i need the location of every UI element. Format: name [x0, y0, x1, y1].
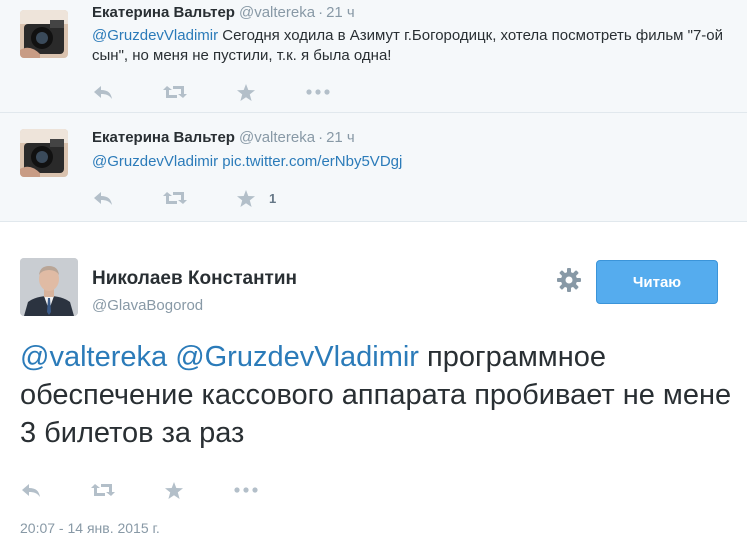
- following-button[interactable]: Читаю: [596, 260, 718, 304]
- more-button[interactable]: [306, 82, 330, 102]
- mention-link[interactable]: @GruzdevVladimir: [175, 341, 419, 373]
- reply-icon: [22, 484, 40, 497]
- tweet-timestamp[interactable]: 20:07 - 14 янв. 2015 г.: [20, 520, 160, 536]
- reply-button[interactable]: [20, 480, 42, 500]
- reply-tweet-1[interactable]: Екатерина Вальтер @valtereka · 21 ч @Gruzde…: [0, 0, 747, 113]
- favorite-button[interactable]: [237, 82, 255, 102]
- user-name[interactable]: Екатерина Вальтер: [92, 129, 235, 146]
- tweet-text: @valtereka @GruzdevVladimir программное …: [20, 338, 735, 452]
- more-icon: [306, 89, 330, 95]
- reply-tweet-2[interactable]: Екатерина Вальтер @valtereka · 21 ч @Gruzde…: [0, 113, 747, 222]
- retweet-button[interactable]: [163, 188, 187, 208]
- reply-icon: [94, 86, 112, 99]
- retweet-button[interactable]: [91, 480, 115, 500]
- favorite-count: 1: [269, 190, 277, 206]
- avatar[interactable]: [20, 129, 68, 177]
- avatar[interactable]: [20, 258, 78, 316]
- separator-dot: ·: [318, 4, 324, 21]
- user-handle[interactable]: @GlavaBogorod: [92, 297, 203, 314]
- separator-dot: ·: [318, 129, 324, 146]
- mention-link[interactable]: @GruzdevVladimir: [92, 153, 218, 170]
- retweet-button[interactable]: [163, 82, 187, 102]
- user-handle[interactable]: @valtereka: [239, 129, 315, 146]
- mention-link[interactable]: @GruzdevVladimir: [92, 27, 218, 44]
- reply-button[interactable]: [92, 188, 114, 208]
- star-icon: [237, 189, 255, 207]
- tweet-time[interactable]: 21 ч: [326, 4, 355, 21]
- tweet-text: @GruzdevVladimir pic.twitter.com/erNby5V…: [92, 152, 732, 172]
- user-handle[interactable]: @valtereka: [239, 4, 315, 21]
- tweet-time[interactable]: 21 ч: [326, 129, 355, 146]
- retweet-icon: [163, 192, 187, 204]
- tweet-text: @GruzdevVladimir Сегодня ходила в Азимут…: [92, 26, 732, 66]
- favorite-button[interactable]: [165, 480, 183, 500]
- main-tweet: Николаев Константин @GlavaBogorod Читаю …: [0, 222, 747, 549]
- settings-button[interactable]: [556, 267, 582, 293]
- tweet-header: Екатерина Вальтер @valtereka · 21 ч: [92, 129, 355, 146]
- mention-link[interactable]: @valtereka: [20, 341, 167, 373]
- media-link[interactable]: pic.twitter.com/erNby5VDgj: [222, 153, 402, 170]
- star-icon: [237, 83, 255, 101]
- retweet-icon: [163, 86, 187, 98]
- more-button[interactable]: [234, 480, 258, 500]
- reply-button[interactable]: [92, 82, 114, 102]
- avatar[interactable]: [20, 10, 68, 58]
- reply-icon: [94, 192, 112, 205]
- gear-icon: [557, 268, 581, 292]
- star-icon: [165, 481, 183, 499]
- favorite-button[interactable]: 1: [237, 188, 276, 208]
- more-icon: [234, 487, 258, 493]
- tweet-header: Екатерина Вальтер @valtereka · 21 ч: [92, 4, 355, 21]
- user-name[interactable]: Екатерина Вальтер: [92, 4, 235, 21]
- user-name[interactable]: Николаев Константин: [92, 268, 297, 290]
- retweet-icon: [91, 484, 115, 496]
